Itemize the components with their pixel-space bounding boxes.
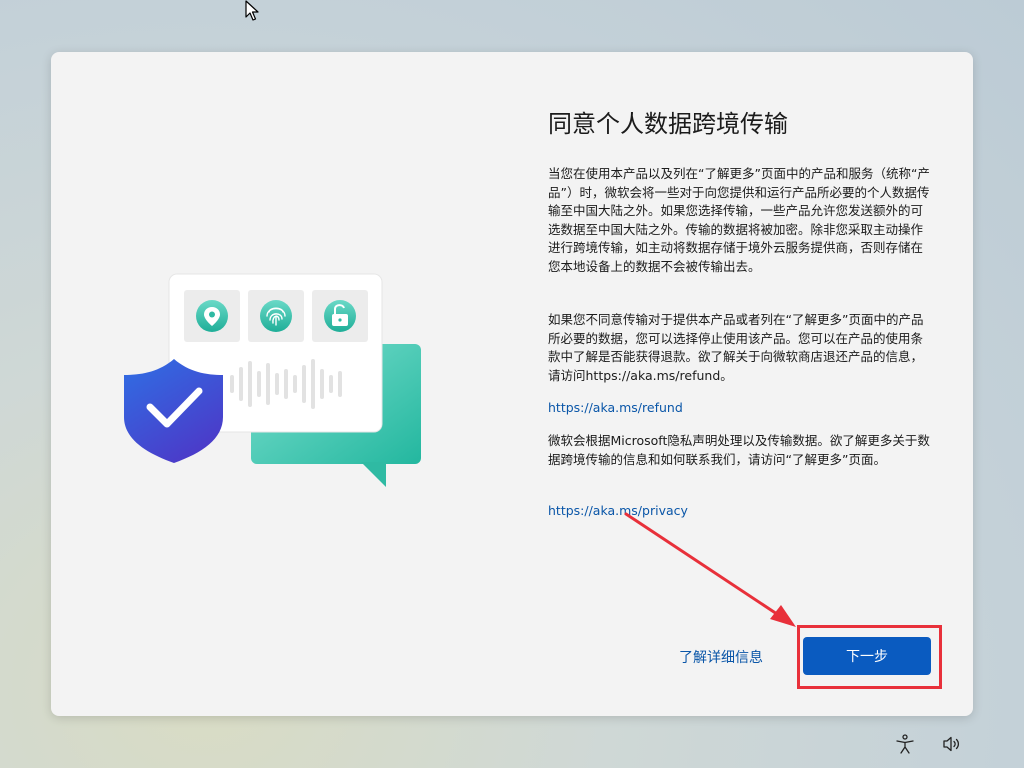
privacy-link[interactable]: https://aka.ms/privacy [548,503,688,518]
shield-check-icon [124,359,223,463]
location-pin-icon [196,300,228,332]
page-title: 同意个人数据跨境传输 [548,110,788,138]
mouse-cursor-icon [245,0,259,21]
consent-paragraph-1: 当您在使用本产品以及列在“了解更多”页面中的产品和服务（统称“产品”）时，微软会… [548,166,930,274]
accessibility-icon[interactable] [894,733,916,755]
volume-icon[interactable] [941,733,963,755]
next-button[interactable]: 下一步 [803,637,931,675]
refund-link[interactable]: https://aka.ms/refund [548,400,683,415]
learn-more-link[interactable]: 了解详细信息 [679,647,763,667]
privacy-illustration [124,273,421,487]
consent-paragraph-2: 如果您不同意传输对于提供本产品或者列在“了解更多”页面中的产品所必要的数据，您可… [548,312,924,383]
consent-dialog: 同意个人数据跨境传输 当您在使用本产品以及列在“了解更多”页面中的产品和服务（统… [51,52,973,716]
consent-paragraph-3: 微软会根据Microsoft隐私声明处理以及传输数据。欲了解更多关于数据跨境传输… [548,433,930,467]
unlock-icon [324,300,356,332]
fingerprint-icon [260,300,292,332]
